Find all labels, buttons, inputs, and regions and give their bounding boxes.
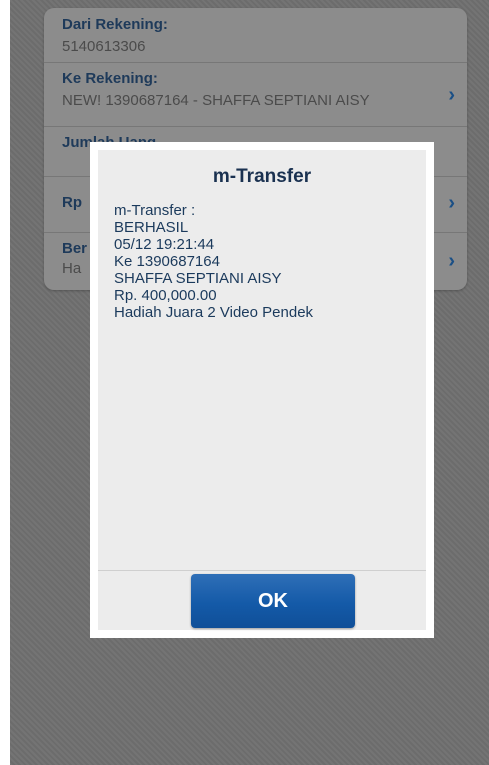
dialog-message: m-Transfer : BERHASIL 05/12 19:21:44 Ke …	[114, 202, 410, 321]
message-line: m-Transfer :	[114, 202, 196, 219]
description-value: Ha	[62, 260, 82, 277]
to-account-label: Ke Rekening:	[62, 70, 158, 87]
row-to-account[interactable]: Ke Rekening: NEW! 1390687164 - SHAFFA SE…	[44, 62, 467, 127]
dialog-title: m-Transfer	[212, 166, 312, 187]
row-from-account[interactable]: Dari Rekening: 5140613306	[44, 8, 467, 63]
chevron-right-icon: ›	[448, 250, 455, 272]
message-line: Rp. 400,000.00	[114, 287, 217, 304]
to-account-value: NEW! 1390687164 - SHAFFA SEPTIANI AISY	[62, 92, 370, 109]
result-dialog: m-Transfer m-Transfer : BERHASIL 05/12 1…	[90, 142, 434, 638]
message-line: Hadiah Juara 2 Video Pendek	[114, 304, 314, 321]
dialog-body: m-Transfer m-Transfer : BERHASIL 05/12 1…	[98, 150, 426, 630]
from-account-label: Dari Rekening:	[62, 16, 168, 33]
ok-button[interactable]: OK	[191, 574, 355, 628]
chevron-right-icon: ›	[448, 192, 455, 214]
currency-label: Rp	[62, 194, 82, 211]
chevron-right-icon: ›	[448, 84, 455, 106]
description-label: Ber	[62, 240, 88, 257]
message-line: Ke 1390687164	[114, 253, 220, 270]
dialog-divider	[98, 570, 426, 571]
message-line: SHAFFA SEPTIANI AISY	[114, 270, 282, 287]
message-line: BERHASIL	[114, 219, 189, 236]
message-line: 05/12 19:21:44	[114, 236, 215, 253]
app-screen: Dari Rekening: 5140613306 Ke Rekening: N…	[10, 0, 489, 765]
from-account-value: 5140613306	[62, 38, 146, 55]
